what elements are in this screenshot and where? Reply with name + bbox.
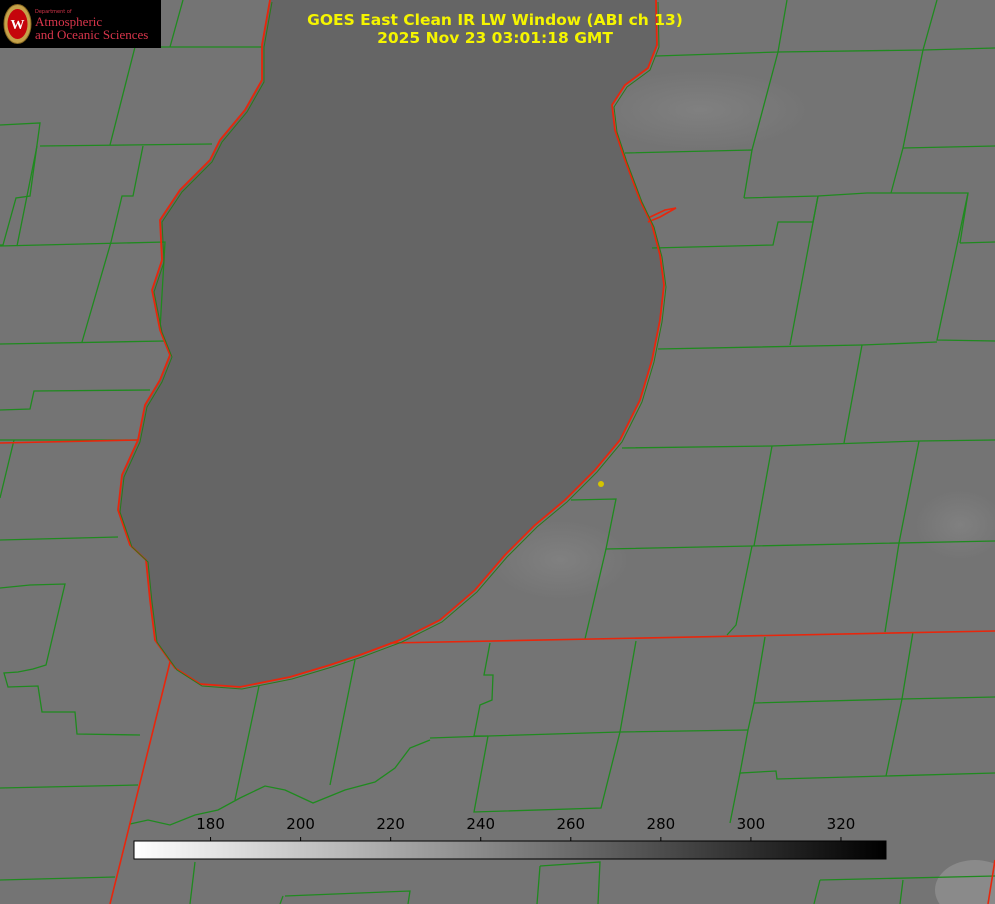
product-title: GOES East Clean IR LW Window (ABI ch 13)	[307, 11, 683, 29]
aos-logo: W Department of Atmospheric and Oceanic …	[0, 0, 161, 48]
uw-seal-icon: W	[3, 4, 32, 44]
location-marker	[598, 481, 604, 487]
colorbar	[133, 840, 887, 860]
colorbar-tick-label: 260	[556, 815, 586, 833]
colorbar-tick-label: 280	[646, 815, 676, 833]
seal-letter: W	[11, 18, 25, 33]
department-name-line2: and Oceanic Sciences	[35, 27, 149, 42]
colorbar-tick-label: 300	[736, 815, 766, 833]
timestamp: 2025 Nov 23 03:01:18 GMT	[377, 29, 613, 47]
satellite-map	[0, 0, 995, 904]
image-title: GOES East Clean IR LW Window (ABI ch 13)…	[270, 11, 720, 47]
colorbar-tick-label: 320	[826, 815, 856, 833]
colorbar-tick-label: 180	[196, 815, 225, 833]
colorbar-tick-label: 240	[466, 815, 496, 833]
colorbar-tick-label: 200	[286, 815, 315, 833]
colorbar-tick-label: 220	[376, 815, 405, 833]
